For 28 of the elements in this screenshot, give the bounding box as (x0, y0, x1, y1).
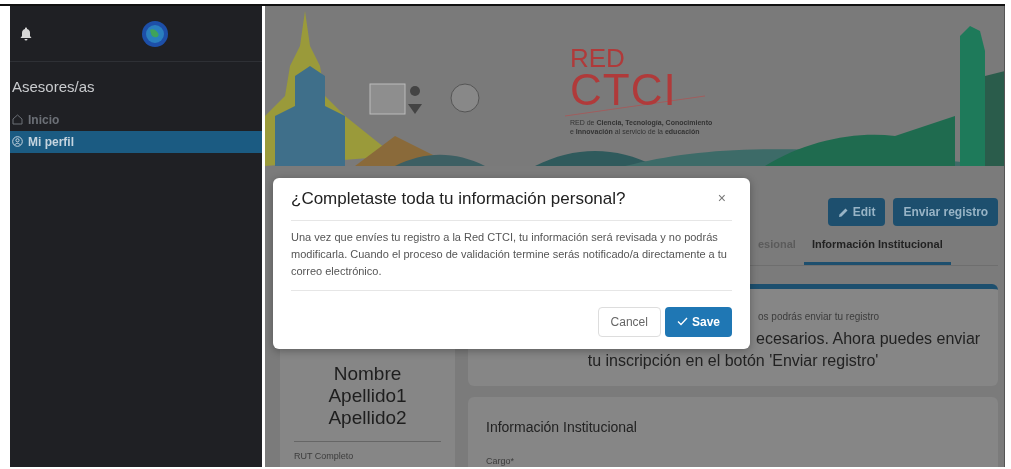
section-title: Información Institucional (486, 417, 638, 437)
alert-message: ecesarios. Ahora puedes enviar (756, 328, 981, 349)
save-button[interactable]: Save (664, 306, 732, 337)
sidebar-title: Asesores/as (11, 77, 96, 97)
alert-caption: os podrás enviar tu registro (758, 309, 881, 324)
dialog-message: Una vez que envíes tu registro a la Red CTCI, tu información será revisada y no podrás modificarla. Cuando el proceso de validación termine serás notificado/a directamente a tu correo electrónico. (291, 220, 732, 291)
sidebar-item[interactable]: Mi perfil (10, 130, 262, 153)
user-icon (12, 136, 23, 147)
logo-text: CTCI (570, 70, 678, 110)
bell-icon[interactable] (20, 26, 32, 41)
submit-button[interactable]: Enviar registro (893, 198, 999, 226)
pencil-icon (837, 206, 849, 218)
check-icon (676, 317, 688, 326)
globe-logo-icon (142, 20, 168, 47)
field-label: Cargo* (486, 454, 515, 467)
sidebar-item[interactable]: Inicio (10, 108, 262, 131)
close-button[interactable]: × (711, 188, 732, 210)
alert-message: tu inscripción en el botón 'Enviar registro' (587, 350, 879, 371)
field-label: RUT Completo (294, 450, 355, 463)
profile-name: Nombre (332, 363, 403, 385)
cancel-button[interactable]: Cancel (597, 306, 661, 337)
dialog-title: ¿Completaste toda tu información personal? (291, 188, 626, 210)
profile-name: Apellido1 (327, 385, 408, 407)
home-icon (12, 114, 23, 125)
logo-text: RED (570, 46, 626, 70)
profile-name: Apellido2 (327, 407, 408, 429)
tab[interactable]: Información Institucional (803, 228, 951, 265)
edit-button[interactable]: Edit (827, 198, 886, 226)
